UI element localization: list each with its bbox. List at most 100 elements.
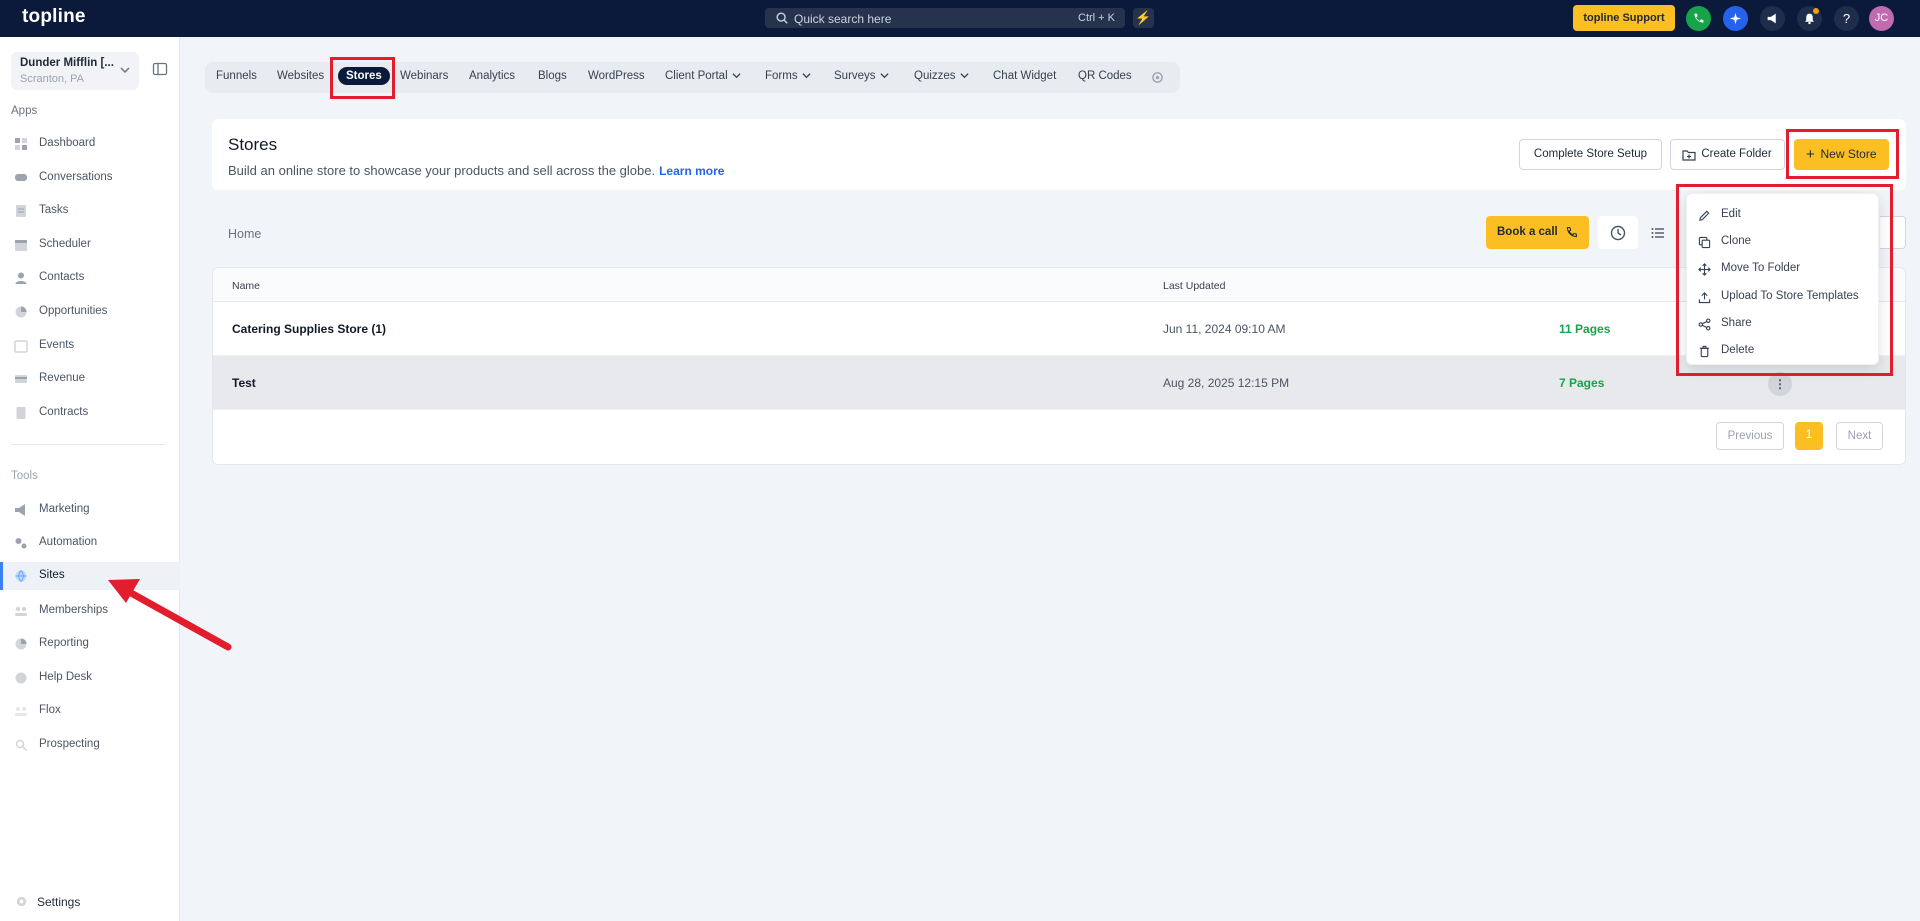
help-button[interactable]: ?	[1834, 6, 1859, 31]
folder-plus-icon	[1682, 150, 1696, 161]
sidebar-item-label: Conversations	[39, 171, 113, 183]
apps-section-label: Apps	[11, 105, 38, 117]
sidebar-item-automation[interactable]: Automation	[0, 529, 180, 557]
previous-page-button[interactable]: Previous	[1716, 422, 1784, 450]
learn-more-link[interactable]: Learn more	[659, 164, 724, 178]
sidebar-item-tasks[interactable]: Tasks	[0, 197, 180, 225]
sidebar-item-settings[interactable]: Settings	[0, 891, 180, 913]
gears-icon	[15, 538, 27, 549]
breadcrumb[interactable]: Home	[228, 227, 261, 241]
tab-label: Quizzes	[914, 70, 956, 82]
account-switcher[interactable]: Dunder Mifflin [... Scranton, PA	[11, 52, 139, 90]
announcements-button[interactable]	[1760, 6, 1785, 31]
sidebar-item-prospecting[interactable]: Prospecting	[0, 731, 180, 759]
ai-assist-button[interactable]	[1723, 6, 1748, 31]
clock-icon	[1610, 225, 1626, 241]
global-search[interactable]: Quick search here Ctrl + K	[765, 8, 1125, 28]
next-page-button[interactable]: Next	[1836, 422, 1883, 450]
chat-icon	[15, 174, 27, 181]
highlight-new-store-button	[1786, 129, 1899, 179]
tab-blogs[interactable]: Blogs	[538, 70, 567, 82]
support-button[interactable]: topline Support	[1573, 5, 1675, 31]
sidebar-item-contacts[interactable]: Contacts	[0, 264, 180, 292]
tab-forms[interactable]: Forms	[765, 70, 811, 82]
sidebar-item-conversations[interactable]: Conversations	[0, 164, 180, 192]
sidebar-item-label: Flox	[39, 704, 61, 716]
sidebar: Dunder Mifflin [... Scranton, PA Apps Da…	[0, 37, 180, 921]
topline-logo[interactable]: topline	[22, 6, 86, 28]
sidebar-item-events[interactable]: Events	[0, 332, 180, 360]
store-name[interactable]: Catering Supplies Store (1)	[232, 322, 386, 336]
flow-icon	[15, 706, 27, 716]
sidebar-item-revenue[interactable]: Revenue	[0, 365, 180, 393]
user-avatar[interactable]: JC	[1869, 6, 1894, 31]
notifications-button[interactable]	[1797, 6, 1822, 31]
store-updated: Aug 28, 2025 12:15 PM	[1163, 376, 1290, 390]
tab-funnels[interactable]: Funnels	[216, 70, 257, 82]
stores-header: Stores Build an online store to showcase…	[212, 119, 1906, 190]
page-1-button[interactable]: 1	[1795, 422, 1823, 450]
store-name[interactable]: Test	[232, 376, 256, 390]
chevron-down-icon	[802, 73, 811, 79]
tab-qr-codes[interactable]: QR Codes	[1078, 70, 1132, 82]
opportunities-icon	[15, 306, 27, 318]
question-icon: ?	[1842, 11, 1851, 26]
top-bar: topline Quick search here Ctrl + K ⚡ top…	[0, 0, 1920, 37]
search-shortcut: Ctrl + K	[1078, 12, 1115, 24]
sidebar-item-opportunities[interactable]: Opportunities	[0, 298, 180, 326]
tab-quizzes[interactable]: Quizzes	[914, 70, 969, 82]
store-pages[interactable]: 11 Pages	[1559, 322, 1610, 336]
tab-label: Forms	[765, 70, 798, 82]
tab-chat-widget[interactable]: Chat Widget	[993, 70, 1056, 82]
book-call-label: Book a call	[1497, 226, 1558, 238]
tab-client-portal[interactable]: Client Portal	[665, 70, 741, 82]
sidebar-item-marketing[interactable]: Marketing	[0, 496, 180, 524]
members-icon	[15, 606, 27, 616]
highlight-stores-tab	[330, 57, 395, 99]
column-last-updated[interactable]: Last Updated	[1163, 280, 1225, 292]
complete-store-setup-button[interactable]: Complete Store Setup	[1519, 139, 1662, 170]
tab-wordpress[interactable]: WordPress	[588, 70, 645, 82]
tab-websites[interactable]: Websites	[277, 70, 324, 82]
arrow-annotation-icon	[108, 579, 232, 651]
calendar-icon	[15, 240, 27, 251]
tab-surveys[interactable]: Surveys	[834, 70, 889, 82]
sidebar-item-label: Scheduler	[39, 238, 91, 250]
tab-label: Client Portal	[665, 70, 728, 82]
sidebar-item-scheduler[interactable]: Scheduler	[0, 231, 180, 259]
highlight-actions-menu	[1676, 184, 1893, 376]
column-name[interactable]: Name	[232, 280, 260, 292]
gear-icon	[16, 896, 27, 907]
create-folder-button[interactable]: Create Folder	[1670, 139, 1785, 170]
tab-analytics[interactable]: Analytics	[469, 70, 515, 82]
quick-action-bolt-icon[interactable]: ⚡	[1133, 8, 1154, 28]
recent-button[interactable]	[1598, 216, 1638, 249]
settings-label: Settings	[37, 895, 81, 909]
phone-icon	[1566, 227, 1577, 238]
list-view-button[interactable]	[1638, 216, 1678, 249]
globe-icon	[15, 570, 27, 583]
table-row[interactable]: Test Aug 28, 2025 12:15 PM 7 Pages ⋮	[213, 356, 1905, 410]
store-pages[interactable]: 7 Pages	[1559, 376, 1604, 390]
sidebar-item-flox[interactable]: Flox	[0, 697, 180, 725]
gear-icon[interactable]	[1151, 71, 1164, 84]
notification-dot	[1813, 8, 1819, 14]
book-call-button[interactable]: Book a call	[1486, 216, 1589, 249]
phone-button[interactable]	[1686, 6, 1711, 31]
sidebar-item-label: Reporting	[39, 637, 89, 649]
events-icon	[14, 340, 28, 353]
chevron-down-icon	[120, 67, 130, 74]
sidebar-item-dashboard[interactable]: Dashboard	[0, 130, 180, 158]
table-row[interactable]: Catering Supplies Store (1) Jun 11, 2024…	[213, 302, 1905, 356]
tab-webinars[interactable]: Webinars	[400, 70, 448, 82]
sidebar-item-help-desk[interactable]: Help Desk	[0, 664, 180, 692]
sidebar-item-contracts[interactable]: Contracts	[0, 399, 180, 427]
collapse-sidebar-icon[interactable]	[152, 61, 168, 77]
page-description: Build an online store to showcase your p…	[228, 163, 724, 178]
tab-label: Surveys	[834, 70, 876, 82]
chevron-down-icon	[879, 73, 889, 79]
account-name: Dunder Mifflin [...	[20, 57, 114, 69]
tasks-icon	[16, 205, 26, 217]
sidebar-item-label: Contracts	[39, 406, 89, 418]
search-placeholder: Quick search here	[794, 12, 892, 26]
